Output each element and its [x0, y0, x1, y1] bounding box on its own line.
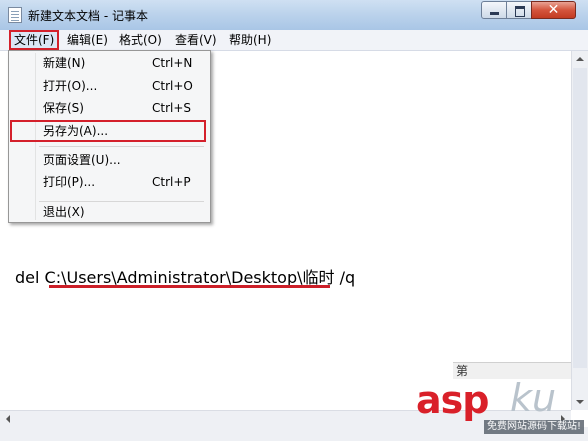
menu-item-new[interactable]: 新建(N) Ctrl+N [11, 52, 208, 74]
menu-item-print[interactable]: 打印(P)... Ctrl+P [11, 171, 208, 193]
title-bar[interactable]: 新建文本文档 - 记事本 ✕ [0, 0, 588, 30]
menu-item-shortcut: Ctrl+O [152, 79, 193, 93]
watermark-tagline: 免费网站源码下载站! [484, 420, 585, 434]
vertical-scrollbar[interactable] [571, 51, 588, 410]
menu-item-label: 退出(X) [43, 205, 85, 219]
menu-item-page-setup[interactable]: 页面设置(U)... [11, 149, 208, 171]
window-title: 新建文本文档 - 记事本 [28, 9, 148, 23]
maximize-button[interactable] [506, 1, 532, 19]
menu-bar: 文件(F) 编辑(E) 格式(O) 查看(V) 帮助(H) [0, 30, 588, 51]
menu-item-label: 另存为(A)... [43, 124, 109, 138]
close-icon: ✕ [547, 2, 560, 18]
notepad-icon[interactable] [8, 7, 22, 23]
menu-file[interactable]: 文件(F) [9, 30, 60, 50]
menu-item-shortcut: Ctrl+S [152, 101, 192, 115]
menu-item-shortcut: Ctrl+P [152, 175, 191, 189]
site-watermark-logo: asp ku 免费网站源码下载站! [412, 376, 588, 441]
menu-view[interactable]: 查看(V) [172, 32, 220, 48]
watermark-brand-tail: ku [510, 376, 557, 420]
menu-item-label: 打印(P)... [43, 175, 96, 189]
menu-item-label: 打开(O)... [43, 79, 98, 93]
menu-edit[interactable]: 编辑(E) [64, 32, 111, 48]
watermark-brand-main: asp [416, 378, 489, 422]
menu-item-open[interactable]: 打开(O)... Ctrl+O [11, 75, 208, 97]
notepad-window: 新建文本文档 - 记事本 ✕ 文件(F) 编辑(E) 格式(O) 查看(V) 帮… [0, 0, 588, 441]
minimize-button[interactable] [481, 1, 507, 19]
vertical-scroll-track[interactable] [573, 68, 587, 368]
scroll-up-arrow-icon[interactable] [572, 51, 588, 68]
menu-item-label: 新建(N) [43, 56, 86, 70]
menu-help[interactable]: 帮助(H) [226, 32, 274, 48]
menu-item-shortcut: Ctrl+N [152, 56, 193, 70]
menu-format[interactable]: 格式(O) [116, 32, 165, 48]
path-underline-annotation [49, 285, 330, 288]
file-dropdown-menu: 新建(N) Ctrl+N 打开(O)... Ctrl+O 保存(S) Ctrl+… [8, 50, 211, 223]
menu-item-label: 页面设置(U)... [43, 153, 121, 167]
scroll-left-arrow-icon[interactable] [0, 411, 17, 427]
menu-item-label: 保存(S) [43, 101, 84, 115]
menu-item-save[interactable]: 保存(S) Ctrl+S [11, 97, 208, 119]
close-button[interactable]: ✕ [531, 1, 576, 19]
menu-item-exit[interactable]: 退出(X) [11, 201, 208, 223]
menu-item-save-as[interactable]: 另存为(A)... [10, 120, 206, 142]
menu-separator [39, 146, 204, 147]
